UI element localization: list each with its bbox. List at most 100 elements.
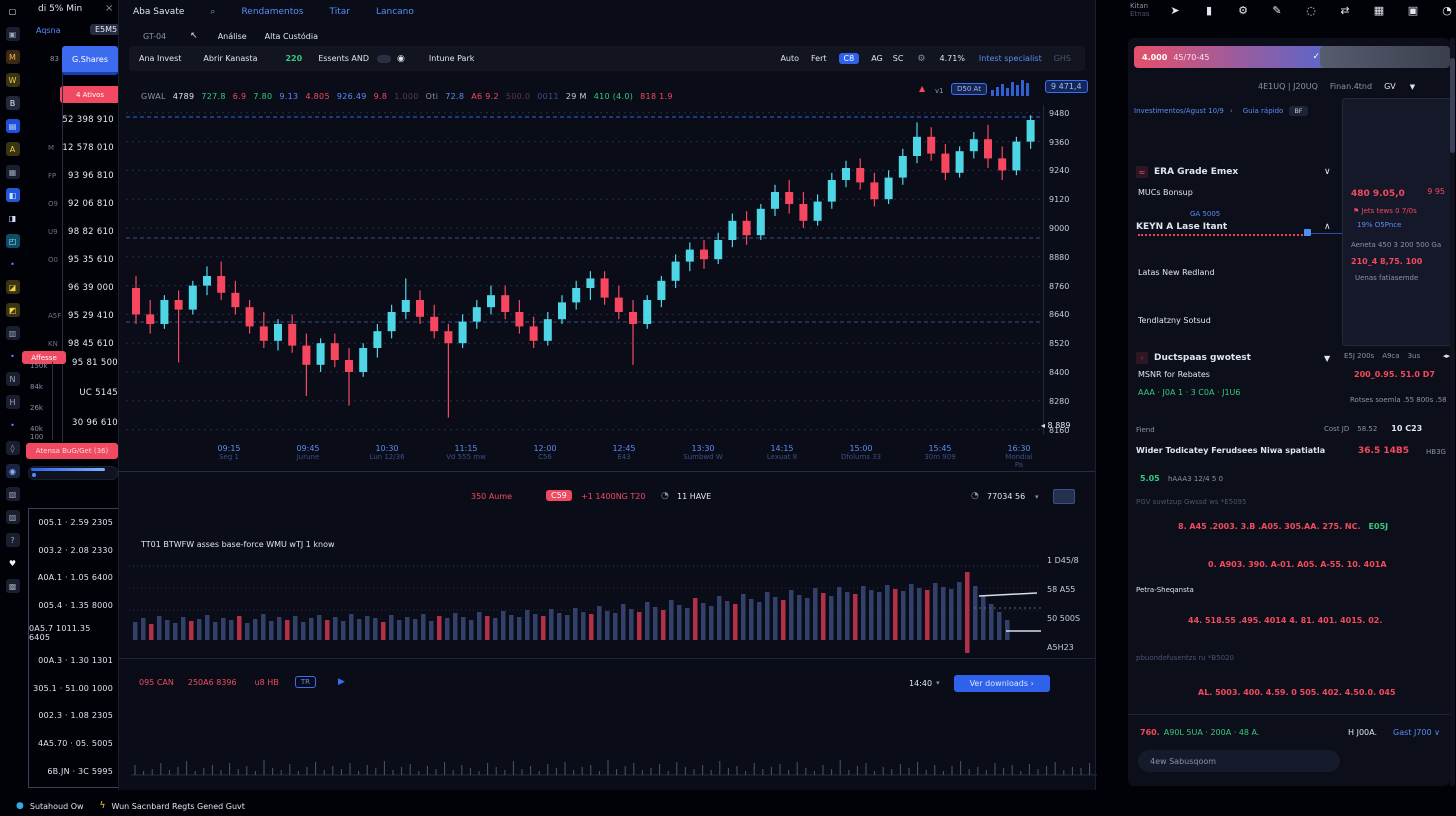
candlestick-chart[interactable] xyxy=(126,105,1041,435)
mini-link[interactable]: GA 5005 xyxy=(1190,210,1220,218)
quote-row[interactable]: 52 398 910 xyxy=(26,106,118,134)
alerts-icon[interactable]: A xyxy=(6,142,20,156)
toolbar-auto[interactable]: Auto xyxy=(780,54,799,63)
gast-select[interactable]: Gast J700 ∨ xyxy=(1393,728,1440,737)
buy-order-button[interactable]: 4.000 45/70-45 ✓ xyxy=(1134,46,1328,68)
menu-item[interactable]: Titar xyxy=(330,7,350,17)
red-dotted-slider[interactable] xyxy=(1138,234,1306,236)
chevron-down-icon[interactable]: ▼ xyxy=(1410,83,1415,91)
toggle-switch[interactable] xyxy=(377,55,391,63)
red-pill[interactable]: 4 Ativos xyxy=(60,86,120,103)
download-button[interactable]: Ver downloads › xyxy=(954,675,1050,692)
user-icon[interactable]: ◉ xyxy=(397,54,405,64)
table-row[interactable]: 005.4 · 1.35 8000 xyxy=(29,592,119,620)
volume-chart[interactable] xyxy=(129,548,1041,664)
tab-arrows-icon[interactable]: ◂▸ xyxy=(1443,352,1450,360)
play-icon[interactable]: ▶ xyxy=(338,677,345,687)
toolbar-ag[interactable]: AG xyxy=(871,54,883,63)
news-icon[interactable]: N xyxy=(6,372,20,386)
dot3-icon[interactable]: • xyxy=(6,418,20,432)
layers-icon[interactable]: ▥ xyxy=(6,326,20,340)
heart-icon[interactable]: ♥ xyxy=(6,556,20,570)
scrollbar[interactable] xyxy=(1450,38,1455,786)
toolbar-chip[interactable]: C8 xyxy=(839,53,860,64)
table-row[interactable]: 6B.JN · 3C 5995 xyxy=(29,757,119,785)
chevron-down-icon[interactable]: ∨ xyxy=(1324,167,1331,177)
time-select[interactable]: 14:40 xyxy=(909,679,932,688)
search-icon[interactable]: ⌕ xyxy=(210,7,215,17)
table-row[interactable]: 005.1 · 2.59 2305 xyxy=(29,509,119,537)
toolbar-link[interactable]: Intest specialist xyxy=(979,54,1042,63)
toolbar-item[interactable]: Ana Invest xyxy=(139,54,181,63)
edit-icon[interactable]: ✎ xyxy=(1264,4,1290,17)
secondary-button[interactable] xyxy=(1320,46,1450,68)
positions-icon[interactable]: ◨ xyxy=(6,211,20,225)
user-icon[interactable]: ◉ xyxy=(6,464,20,478)
quote-row[interactable]: O992 06 810 xyxy=(26,190,118,218)
chevron-down-icon[interactable]: ▼ xyxy=(1324,354,1330,363)
action-button[interactable]: Atensa BuG/Get (36) xyxy=(26,443,118,459)
loader-icon[interactable]: ◌ xyxy=(1298,4,1324,17)
quote-row[interactable]: 96 39 000 xyxy=(26,274,118,302)
window-icon[interactable]: ▣ xyxy=(1400,4,1426,17)
selected-symbol[interactable]: G.Shares xyxy=(62,46,118,75)
star-icon[interactable]: ◩ xyxy=(6,303,20,317)
scrollbar-thumb[interactable] xyxy=(1450,58,1455,153)
tab-item[interactable]: Análise xyxy=(218,32,247,41)
tab-item[interactable]: Alta Custódia xyxy=(265,32,318,41)
book-icon[interactable]: B xyxy=(6,96,20,110)
guide-link[interactable]: Guia rápido xyxy=(1243,107,1284,115)
table-row[interactable]: 003.2 · 2.08 2330 xyxy=(29,537,119,565)
indicator-chip[interactable]: D50 At xyxy=(951,83,987,95)
help-icon[interactable]: ? xyxy=(6,533,20,547)
clock-icon[interactable]: ◔ xyxy=(1434,4,1456,17)
close-icon[interactable]: × xyxy=(105,3,113,14)
toolbar-fert[interactable]: Fert xyxy=(811,54,827,63)
quote-row[interactable]: FP93 96 810 xyxy=(26,162,118,190)
grid-icon[interactable]: ▦ xyxy=(6,165,20,179)
table-row[interactable]: 4A5.70 · 05. 5005 xyxy=(29,730,119,758)
section-grade[interactable]: ≈ ERA Grade Emex ∨ xyxy=(1136,166,1336,178)
search-input[interactable]: 4ew Sabusqoom xyxy=(1138,750,1340,772)
table-row[interactable]: 00A.3 · 1.30 1301 xyxy=(29,647,119,675)
dot2-icon[interactable]: • xyxy=(6,349,20,363)
toolbar-sc[interactable]: SC xyxy=(893,54,904,63)
menu-item[interactable]: Aba Savate xyxy=(133,7,184,17)
gear-icon[interactable]: ⚙ xyxy=(1230,4,1256,17)
lock-icon[interactable]: ◊ xyxy=(6,441,20,455)
docs-icon[interactable]: ▨ xyxy=(6,510,20,524)
section-ducts[interactable]: ◦ Ductspaas gwotest ▼ xyxy=(1136,352,1336,364)
chevron-down-icon[interactable]: ▾ xyxy=(936,679,940,687)
toolbar-mid2[interactable]: Intune Park xyxy=(429,54,474,63)
watch-icon[interactable]: W xyxy=(6,73,20,87)
markets-icon[interactable]: M xyxy=(6,50,20,64)
watchlist-link[interactable]: Aqsna xyxy=(36,26,61,35)
footer-chip[interactable]: TR xyxy=(295,676,316,688)
menu-item[interactable]: Lancano xyxy=(376,7,414,17)
dot1-icon[interactable]: • xyxy=(6,257,20,271)
chevron-down-icon[interactable]: ▾ xyxy=(1035,493,1039,501)
marker-icon[interactable]: ▮ xyxy=(1196,4,1222,17)
table-row[interactable]: 0A5.7 1011.35 6405 xyxy=(29,619,119,647)
app-logo-icon[interactable]: ▢ xyxy=(6,4,20,18)
chevron-up-icon[interactable]: ∧ xyxy=(1324,222,1331,232)
calc-icon[interactable]: ▧ xyxy=(6,487,20,501)
quote-row[interactable]: U998 82 610 xyxy=(26,218,118,246)
panel-toggle-icon[interactable] xyxy=(1053,489,1075,504)
table-row[interactable]: 305.1 · 51.00 1000 xyxy=(29,675,119,703)
chart-icon[interactable]: ▤ xyxy=(6,119,20,133)
wallet-icon[interactable]: ◪ xyxy=(6,280,20,294)
menu-item[interactable]: Rendamentos xyxy=(241,7,303,17)
send-icon[interactable]: ➤ xyxy=(1162,4,1188,17)
table-row[interactable]: A0A.1 · 1.05 6400 xyxy=(29,564,119,592)
table-row[interactable]: 002.3 · 1.08 2305 xyxy=(29,702,119,730)
archive-icon[interactable]: ▩ xyxy=(6,579,20,593)
slider-handle[interactable] xyxy=(1304,229,1311,236)
toolbar-item[interactable]: Abrir Kanasta xyxy=(203,54,257,63)
grid-icon[interactable]: ▦ xyxy=(1366,4,1392,17)
transfer-icon[interactable]: ⇄ xyxy=(1332,4,1358,17)
scanner-icon[interactable]: ◰ xyxy=(6,234,20,248)
home-icon[interactable]: ▣ xyxy=(6,27,20,41)
quote-row[interactable]: M12 578 010 xyxy=(26,134,118,162)
orders-icon[interactable]: ◧ xyxy=(6,188,20,202)
